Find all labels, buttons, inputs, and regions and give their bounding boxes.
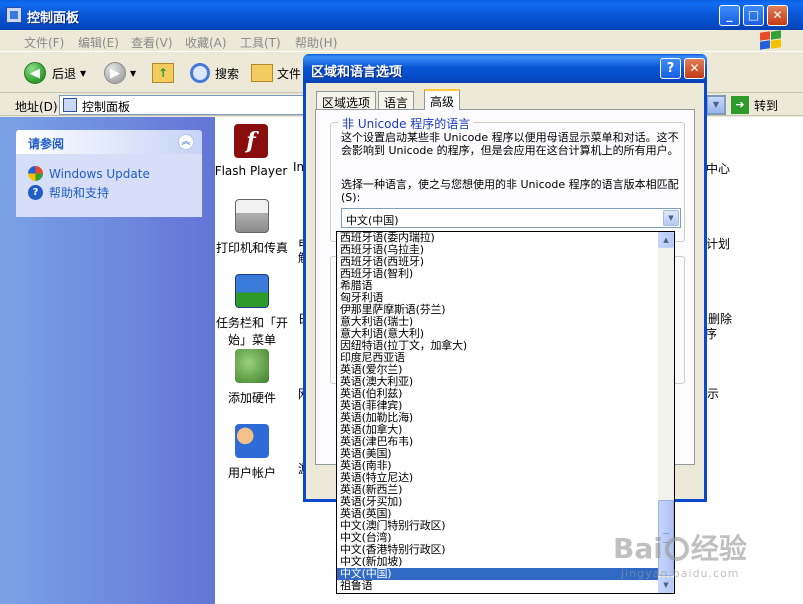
taskbar-start-menu-item[interactable]: 任务栏和「开始」菜单 (215, 274, 289, 348)
forward-dropdown-icon[interactable]: ▼ (130, 69, 136, 78)
printer-icon (235, 199, 269, 233)
control-panel-icon (63, 98, 77, 112)
non-unicode-group: 非 Unicode 程序的语言 这个设置启动某些非 Unicode 程序以便用母… (330, 115, 685, 242)
menu-edit[interactable]: 编辑(E) (78, 34, 119, 51)
add-hardware-item[interactable]: 添加硬件 (215, 349, 289, 406)
flash-player-label: Flash Player (214, 164, 288, 178)
go-label: 转到 (754, 98, 779, 113)
add-hardware-label: 添加硬件 (227, 391, 276, 405)
language-option[interactable]: 中文(中国) (337, 568, 660, 580)
window-titlebar[interactable]: 控制面板 _ □ ✕ (0, 0, 803, 30)
up-folder-icon: ↑ (152, 63, 174, 83)
baidu-paw-icon (664, 537, 689, 561)
folders-button[interactable]: 文件 (251, 61, 301, 85)
non-unicode-description: 这个设置启动某些非 Unicode 程序以便用母语显示菜单和对话。这不会影响到 … (341, 131, 679, 157)
menu-tools[interactable]: 工具(T) (240, 34, 281, 51)
menu-file[interactable]: 文件(F) (24, 34, 64, 51)
windows-update-label: Windows Update (49, 166, 150, 181)
help-support-label: 帮助和支持 (49, 186, 110, 200)
see-also-header[interactable]: 请参阅 ︽ (16, 130, 202, 154)
watermark-brand: Bai (613, 532, 663, 565)
dialog-help-button[interactable]: ? (660, 58, 681, 79)
folder-icon (251, 64, 273, 82)
menu-help[interactable]: 帮助(H) (295, 34, 337, 51)
user-accounts-item[interactable]: 用户帐户 (215, 424, 289, 481)
tab-regional-options[interactable]: 区域选项 (316, 91, 377, 110)
back-arrow-icon: ◀ (24, 62, 46, 84)
language-options: 西班牙语(委内瑞拉) 西班牙语(乌拉圭) 西班牙语(西班牙) 西班牙语(智利) 希腊语匈… (337, 232, 660, 592)
taskbar-start-menu-label: 任务栏和「开始」菜单 (215, 316, 288, 347)
dialog-title: 区域和语言选项 (311, 65, 403, 80)
search-button[interactable]: 搜索 (190, 61, 239, 85)
tab-advanced[interactable]: 高级 (424, 89, 461, 110)
baidu-watermark: Bai 经验 jingyan.baidu.com (613, 527, 747, 580)
partial-item-label[interactable]: 计划 (706, 235, 730, 252)
search-label: 搜索 (215, 66, 240, 81)
see-also-panel: 请参阅 ︽ Windows Update ? 帮助和支持 (16, 130, 202, 217)
back-dropdown-icon[interactable]: ▼ (80, 69, 86, 78)
address-dropdown-button[interactable]: ▼ (707, 96, 725, 114)
windows-logo-icon (759, 30, 783, 51)
language-option[interactable]: 西班牙语(智利) (337, 268, 660, 280)
control-panel-icon (6, 7, 22, 23)
go-arrow-icon: ➔ (731, 96, 749, 114)
printers-faxes-item[interactable]: 打印机和传真 (215, 199, 289, 256)
choose-language-label: 选择一种语言，使之与您想使用的非 Unicode 程序的语言版本相匹配(S): (341, 178, 679, 204)
partial-item-label[interactable]: 示 (707, 385, 719, 402)
partial-item-label[interactable]: 中心 (706, 160, 730, 177)
non-unicode-group-label: 非 Unicode 程序的语言 (339, 115, 474, 132)
language-select-value: 中文(中国) (346, 214, 399, 227)
flash-player-item[interactable]: f Flash Player (214, 124, 288, 178)
windows-update-icon (28, 166, 43, 181)
forward-button[interactable]: ▶ ▼ (104, 61, 136, 85)
chevron-down-icon[interactable]: ▼ (663, 210, 679, 226)
dialog-titlebar[interactable]: 区域和语言选项 ? ✕ (303, 54, 707, 83)
user-accounts-label: 用户帐户 (227, 466, 276, 480)
task-pane: 请参阅 ︽ Windows Update ? 帮助和支持 (0, 117, 215, 604)
back-label: 后退 (52, 66, 77, 81)
language-option[interactable]: 希腊语 (337, 280, 660, 292)
scroll-up-icon[interactable]: ▲ (658, 232, 674, 248)
up-folder-button[interactable]: ↑ (152, 61, 174, 85)
watermark-brand-suffix: 经验 (690, 532, 747, 565)
window-title: 控制面板 (27, 11, 80, 26)
search-icon (190, 63, 210, 83)
maximize-button[interactable]: □ (743, 5, 764, 26)
hardware-icon (235, 349, 269, 383)
language-option[interactable]: 祖鲁语 (337, 580, 660, 592)
minimize-button[interactable]: _ (719, 5, 740, 26)
help-support-link[interactable]: ? 帮助和支持 (28, 183, 202, 202)
menu-bar: 文件(F) 编辑(E) 查看(V) 收藏(A) 工具(T) 帮助(H) (0, 30, 803, 52)
dialog-close-button[interactable]: ✕ (684, 58, 705, 79)
menu-favorites[interactable]: 收藏(A) (185, 34, 227, 51)
address-value: 控制面板 (82, 100, 131, 114)
folders-label: 文件 (277, 66, 302, 81)
go-button[interactable]: ➔ 转到 (731, 96, 778, 114)
close-button[interactable]: ✕ (767, 5, 788, 26)
address-label: 地址(D) (15, 100, 58, 114)
taskbar-icon (235, 274, 269, 308)
watermark-url: jingyan.baidu.com (621, 567, 740, 580)
back-button[interactable]: ◀ 后退 ▼ (24, 61, 86, 85)
users-icon (235, 424, 269, 458)
menu-view[interactable]: 查看(V) (131, 34, 173, 51)
see-also-title: 请参阅 (28, 137, 65, 151)
help-icon: ? (28, 185, 43, 200)
printers-faxes-label: 打印机和传真 (215, 241, 288, 255)
language-select[interactable]: 中文(中国) ▼ (341, 208, 681, 228)
tab-languages[interactable]: 语言 (378, 91, 415, 110)
collapse-icon[interactable]: ︽ (178, 134, 194, 150)
windows-update-link[interactable]: Windows Update (28, 164, 202, 183)
forward-arrow-icon: ▶ (104, 62, 126, 84)
flash-icon: f (234, 124, 268, 158)
